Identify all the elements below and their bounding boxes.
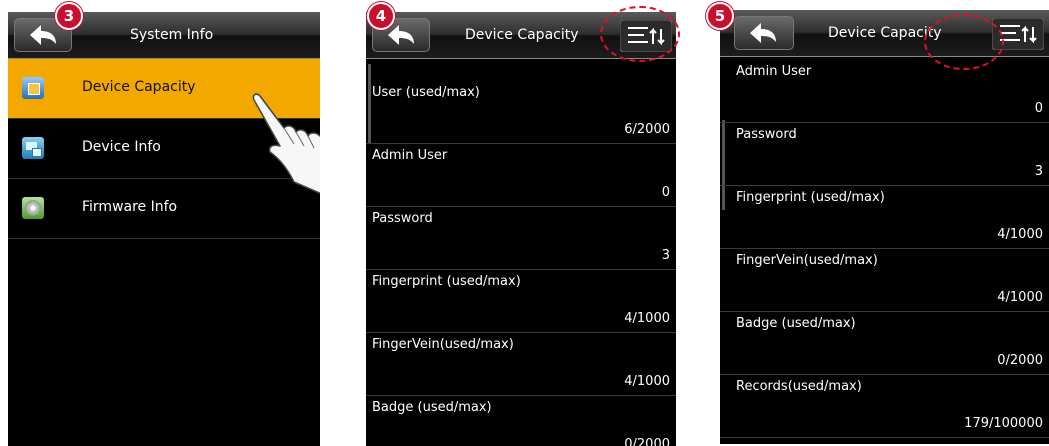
menu-item-label: Device Info	[82, 139, 161, 155]
step-badge-3: 3	[55, 2, 83, 30]
item-label: Password	[736, 127, 797, 142]
item-value: 6/2000	[624, 122, 670, 137]
list-item: FingerVein(used/max) 4/1000	[720, 249, 1049, 312]
item-value: 4/1000	[997, 290, 1043, 305]
list-item: FingerVein(used/max) 4/1000	[366, 333, 676, 396]
back-arrow-icon	[388, 25, 414, 45]
device-capacity-screen-top: Device Capacity User (used/max) 6/2000 A…	[366, 12, 676, 446]
pointing-hand-icon	[252, 93, 320, 194]
highlight-circle	[600, 6, 680, 62]
list-item: Fingerprint (used/max) 4/1000	[366, 270, 676, 333]
back-arrow-icon	[30, 25, 56, 45]
item-label: Password	[372, 211, 433, 226]
firmware-info-icon	[22, 197, 44, 219]
device-info-icon	[22, 137, 44, 159]
item-label: FingerVein(used/max)	[372, 337, 514, 352]
device-capacity-screen-scrolled: Device Capacity Admin User 0 Password 3 …	[720, 10, 1049, 444]
device-capacity-icon	[22, 77, 44, 99]
item-value: 3	[661, 248, 670, 263]
list-item: Fingerprint (used/max) 4/1000	[720, 186, 1049, 249]
item-value: 4/1000	[624, 374, 670, 389]
item-value: 3	[1034, 164, 1043, 179]
menu-item-label: Firmware Info	[82, 199, 178, 215]
list-item: Badge (used/max) 0/2000	[720, 312, 1049, 375]
page-title: Device Capacity	[465, 27, 579, 43]
item-label: User (used/max)	[372, 85, 480, 100]
step-badge-4: 4	[367, 2, 395, 30]
list-item: Admin User 0	[720, 60, 1049, 123]
item-label: Admin User	[736, 64, 812, 79]
item-value: 0/2000	[624, 437, 670, 446]
list-item: Admin User 0	[366, 144, 676, 207]
list-item: Badge (used/max) 0/2000	[366, 396, 676, 446]
list-item: User (used/max) 6/2000	[366, 81, 676, 144]
back-arrow-icon	[750, 23, 776, 43]
item-label: Badge (used/max)	[736, 316, 856, 331]
item-label: Badge (used/max)	[372, 400, 492, 415]
back-button[interactable]	[734, 16, 794, 50]
item-value: 179/100000	[964, 416, 1043, 431]
menu-item-label: Device Capacity	[82, 79, 196, 95]
item-label: Records(used/max)	[736, 379, 862, 394]
list-item: Password 3	[366, 207, 676, 270]
item-label: FingerVein(used/max)	[736, 253, 878, 268]
page-title: System Info	[130, 27, 214, 43]
item-value: 0	[1034, 101, 1043, 116]
highlight-circle	[924, 14, 1004, 70]
item-label: Admin User	[372, 148, 448, 163]
item-value: 0/2000	[997, 353, 1043, 368]
item-label: Fingerprint (used/max)	[736, 190, 885, 205]
system-info-screen: System Info Device Capacity Device Info …	[8, 12, 320, 446]
item-value: 4/1000	[997, 227, 1043, 242]
item-label: Fingerprint (used/max)	[372, 274, 521, 289]
list-item: Records(used/max) 179/100000	[720, 375, 1049, 438]
list-item: Password 3	[720, 123, 1049, 186]
step-badge-5: 5	[706, 2, 734, 30]
item-value: 4/1000	[624, 311, 670, 326]
item-value: 0	[661, 185, 670, 200]
